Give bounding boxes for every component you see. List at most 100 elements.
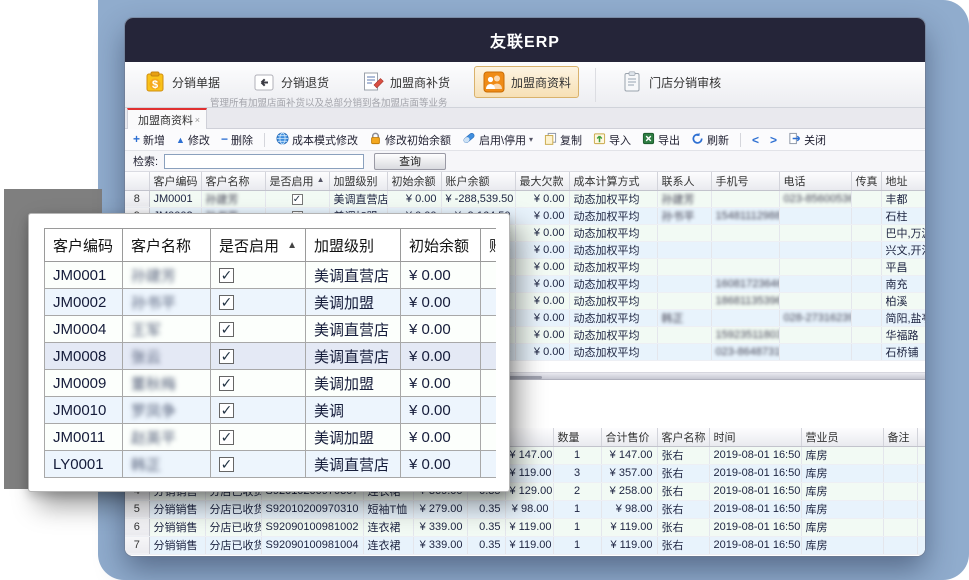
cell [711, 241, 779, 258]
toolbar-button-复制[interactable]: 复制 [544, 132, 582, 148]
column-header[interactable]: 成本计算方式 [569, 172, 657, 190]
cell: 0.35 [467, 518, 505, 536]
enabled-checkbox[interactable]: ✓ [219, 430, 234, 445]
column-header[interactable]: 初始余额 [387, 172, 441, 190]
cell: 6 [125, 518, 149, 536]
franchisee-people-icon [482, 70, 506, 94]
column-header[interactable]: 客户编码 [45, 229, 123, 262]
enabled-checkbox[interactable]: ✓ [219, 376, 234, 391]
cell: ✓ [265, 190, 329, 207]
cell [883, 446, 917, 464]
toolbar-button-新增[interactable]: +新增 [133, 132, 165, 148]
column-header[interactable]: 电话 [779, 172, 851, 190]
table-row[interactable]: JM0004王军✓美调直营店¥ 0.00 [45, 316, 497, 343]
toolbar-button-chevron-left-icon[interactable]: < [752, 133, 759, 147]
toolbar-button-关闭[interactable]: 关闭 [788, 132, 826, 148]
ribbon-button-4[interactable]: 加盟商资料 [474, 66, 579, 98]
column-header[interactable]: 地址 [881, 172, 925, 190]
ribbon-button-1[interactable]: $分销单据 [135, 66, 228, 98]
query-button[interactable]: 查询 [374, 153, 446, 170]
table-row[interactable]: LY0001韩正✓美调直营店¥ 0.00 [45, 451, 497, 478]
table-row[interactable]: 8JM0001孙建芳✓美调直营店¥ 0.00¥ -288,539.50¥ 0.0… [125, 190, 925, 207]
enabled-checkbox[interactable]: ✓ [292, 194, 303, 205]
cell: ¥ 0.00 [401, 289, 481, 316]
enabled-checkbox[interactable]: ✓ [219, 403, 234, 418]
column-header[interactable]: 加盟级别 [329, 172, 387, 190]
cell [779, 241, 851, 258]
cell: 美调加盟 [306, 424, 401, 451]
toolbar-button-导出[interactable]: 导出 [642, 132, 680, 148]
tab-franchisee-info[interactable]: 加盟商资料 × [127, 108, 207, 129]
cell [851, 309, 881, 326]
blurred-text: 王军 [131, 322, 161, 339]
column-header[interactable]: 合计售价 [601, 428, 657, 446]
column-header[interactable]: 加盟级别 [306, 229, 401, 262]
toolbar-button-导入[interactable]: 导入 [593, 132, 631, 148]
cell: 分销销售 [149, 500, 205, 518]
toolbar-button-刷新[interactable]: 刷新 [691, 132, 729, 148]
column-header[interactable]: 营业员 [801, 428, 883, 446]
column-header[interactable] [505, 428, 553, 446]
toolbar-button-修改[interactable]: ▲修改 [176, 132, 210, 148]
column-header[interactable]: 传真 [851, 172, 881, 190]
cell: ✓ [211, 262, 306, 289]
ribbon-button-2[interactable]: 分销退货 [244, 66, 337, 98]
enabled-checkbox[interactable]: ✓ [219, 268, 234, 283]
table-row[interactable]: JM0011赵英平✓美调加盟¥ 0.00 [45, 424, 497, 451]
column-header[interactable]: 账 [481, 229, 497, 262]
column-header[interactable]: 数量 [553, 428, 601, 446]
page: 友联ERP $分销单据分销退货加盟商补货加盟商资料门店分销审核 管理所有加盟店面… [0, 0, 969, 580]
cell: 1 [553, 536, 601, 554]
cell: ¥ 0.00 [515, 326, 569, 343]
cell [851, 207, 881, 224]
toolbar-button-删除[interactable]: −删除 [221, 132, 253, 148]
column-header[interactable]: 客户名称 [201, 172, 265, 190]
search-input[interactable] [164, 154, 364, 169]
ribbon-button-3[interactable]: 加盟商补货 [353, 66, 458, 98]
tab-close-icon[interactable]: × [195, 115, 200, 125]
column-header[interactable]: 备注 [883, 428, 917, 446]
column-header[interactable]: 最大欠款 [515, 172, 569, 190]
table-row[interactable]: JM0008张云✓美调直营店¥ 0.00 [45, 343, 497, 370]
chevron-down-icon[interactable]: ▾ [529, 135, 533, 144]
column-header[interactable]: 客户编码 [149, 172, 201, 190]
table-row[interactable]: 5分销销售分店已收货S92010200970310短袖T恤¥ 279.000.3… [125, 500, 925, 518]
toolbar-button-chevron-right-icon[interactable]: > [770, 133, 777, 147]
cell [657, 241, 711, 258]
cell: ¥ 98.00 [505, 500, 553, 518]
column-header[interactable]: 客户名称 [657, 428, 709, 446]
toolbar-button-修改初始余额[interactable]: 修改初始余额 [369, 132, 451, 148]
table-row[interactable]: 7分销销售分店已收货S92090100981004连衣裙¥ 339.000.35… [125, 536, 925, 554]
column-header[interactable]: 是否启用▲ [265, 172, 329, 190]
table-row[interactable]: JM0010罗凤争✓美调¥ 0.00 [45, 397, 497, 424]
cell: 分店已收货 [205, 518, 261, 536]
enabled-checkbox[interactable]: ✓ [219, 457, 234, 472]
blurred-text: 023-85600536 [784, 193, 852, 205]
column-header[interactable]: 初始余额 [401, 229, 481, 262]
column-header[interactable]: 手机号 [711, 172, 779, 190]
table-row[interactable]: 6分销销售分店已收货S92090100981002连衣裙¥ 339.000.35… [125, 518, 925, 536]
column-header[interactable]: 联系人 [657, 172, 711, 190]
blurred-text: 15923511803 [716, 329, 780, 341]
enabled-checkbox[interactable]: ✓ [219, 349, 234, 364]
toolbar-button-成本模式修改[interactable]: 成本模式修改 [276, 132, 358, 148]
table-row[interactable]: JM0002孙书平✓美调加盟¥ 0.00 [45, 289, 497, 316]
column-header[interactable]: 是否启用▲ [211, 229, 306, 262]
cell: ✓ [211, 316, 306, 343]
enabled-checkbox[interactable]: ✓ [219, 295, 234, 310]
cell: 023-86487319 [711, 343, 779, 360]
table-row[interactable]: JM0009董秋梅✓美调加盟¥ 0.00 [45, 370, 497, 397]
column-header[interactable]: 账户余额 [441, 172, 515, 190]
ribbon-button-5[interactable]: 门店分销审核 [612, 66, 729, 98]
cell [711, 258, 779, 275]
column-header[interactable] [917, 428, 925, 446]
export-icon [642, 132, 655, 148]
column-header[interactable]: 时间 [709, 428, 801, 446]
toolbar-button-启用\停用[interactable]: 启用\停用▾ [462, 131, 533, 148]
enabled-checkbox[interactable]: ✓ [219, 322, 234, 337]
toolbar-button-label: 关闭 [804, 132, 826, 148]
table-row[interactable]: JM0001孙建芳✓美调直营店¥ 0.00 [45, 262, 497, 289]
column-header[interactable] [125, 172, 149, 190]
column-header[interactable]: 客户名称 [123, 229, 211, 262]
toolbar-button-label: 复制 [560, 132, 582, 148]
